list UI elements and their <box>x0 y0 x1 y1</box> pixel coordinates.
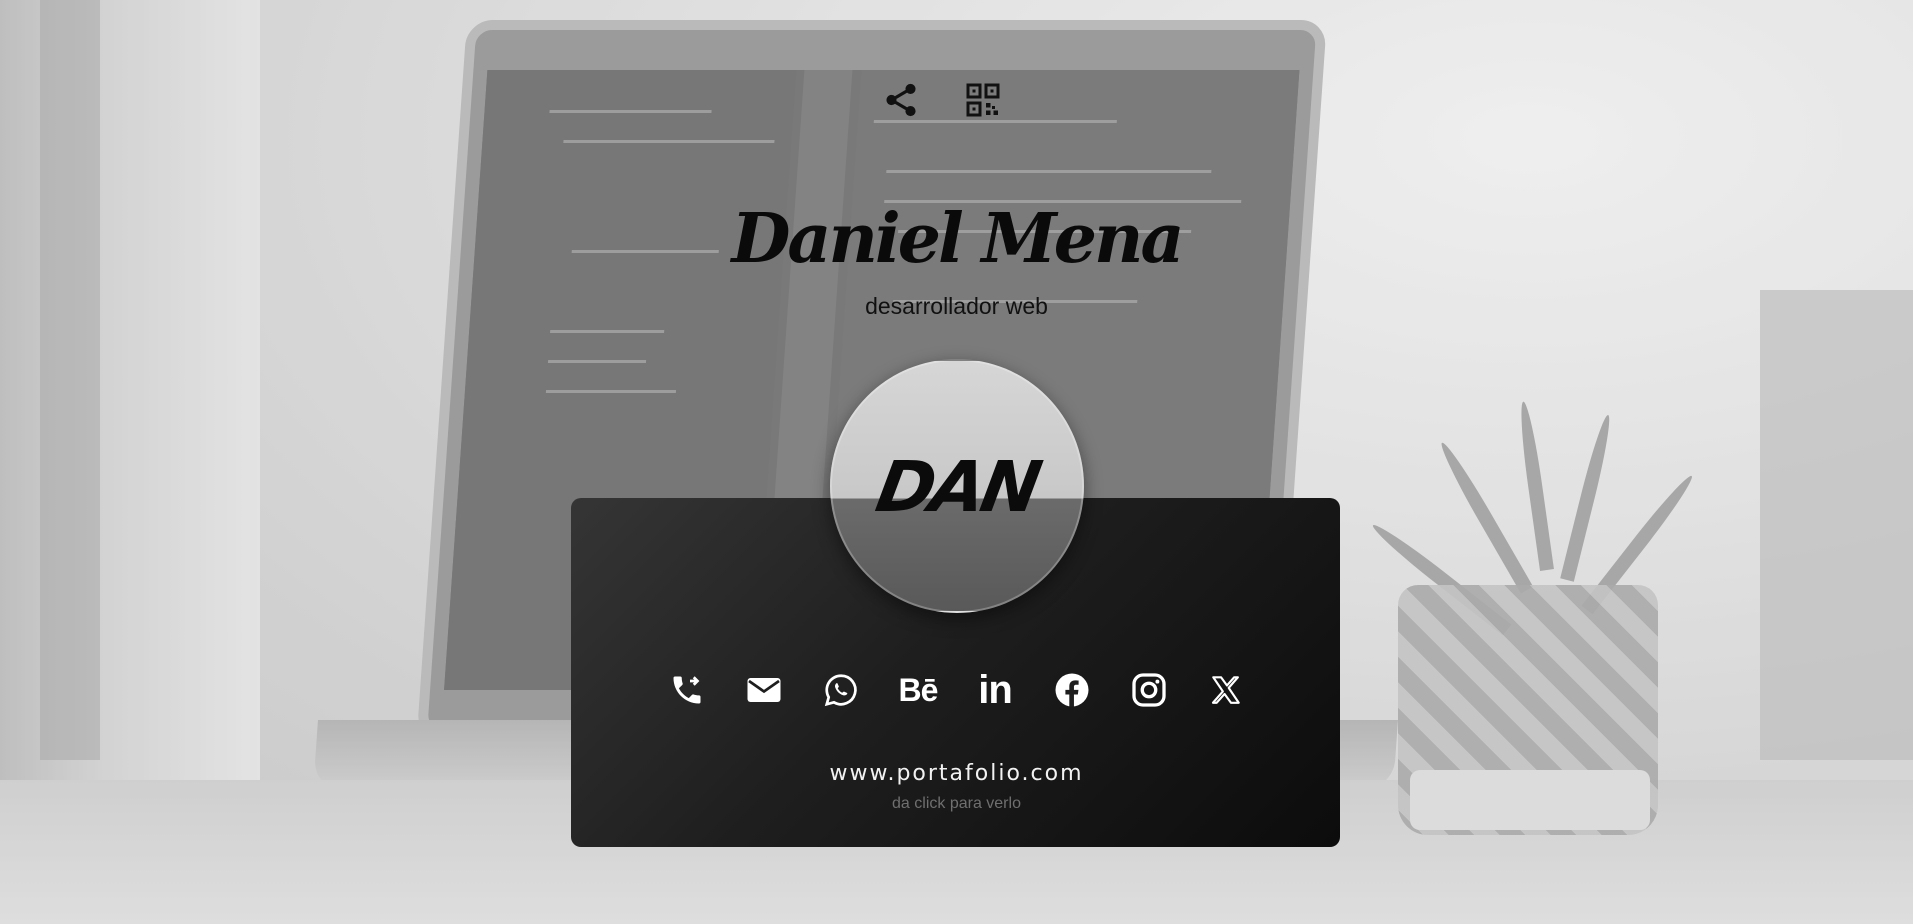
x-twitter-icon <box>1211 676 1240 704</box>
facebook-icon <box>1055 673 1089 707</box>
x-twitter-button[interactable] <box>1208 670 1244 710</box>
whatsapp-button[interactable] <box>823 670 859 710</box>
behance-button[interactable]: Bē <box>898 670 939 710</box>
qr-code-icon <box>966 83 999 117</box>
website-link[interactable]: www.portafolio.com <box>0 761 1913 786</box>
share-button[interactable] <box>881 78 921 122</box>
instagram-button[interactable] <box>1131 670 1167 710</box>
social-links: Bē in <box>0 667 1913 712</box>
qr-code-button[interactable] <box>963 78 1003 122</box>
email-button[interactable] <box>746 670 782 710</box>
website-hint: da click para verlo <box>892 795 1021 812</box>
instagram-icon <box>1132 673 1166 707</box>
top-actions <box>0 78 1913 122</box>
phone-forward-icon <box>673 676 701 704</box>
profile-name: Daniel Mena <box>731 199 1184 279</box>
facebook-button[interactable] <box>1054 670 1090 710</box>
phone-button[interactable] <box>669 670 705 710</box>
linkedin-icon: in <box>978 667 1013 712</box>
share-icon <box>885 83 916 117</box>
whatsapp-icon <box>824 674 857 707</box>
behance-icon: Bē <box>898 671 939 708</box>
email-icon <box>747 678 781 702</box>
avatar: DAN <box>830 359 1084 613</box>
profile-role: desarrollador web <box>865 293 1048 319</box>
linkedin-button[interactable]: in <box>977 667 1013 712</box>
avatar-logo: DAN <box>870 446 1044 528</box>
